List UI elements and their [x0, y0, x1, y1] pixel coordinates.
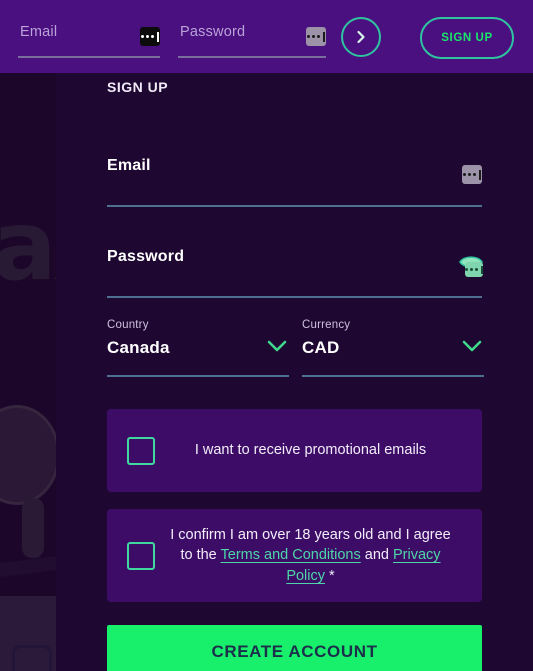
autofill-dots-icon[interactable] [465, 262, 483, 277]
promotional-emails-label: I want to receive promotional emails [194, 442, 427, 459]
password-field-label: Password [107, 248, 185, 265]
topbar-email-field[interactable]: Email [18, 18, 160, 58]
topbar-email-underline [18, 56, 160, 58]
country-select[interactable]: Country Canada [107, 319, 289, 377]
chevron-down-icon[interactable] [462, 339, 482, 357]
signup-button-label: SIGN UP [441, 32, 493, 44]
currency-select-underline [302, 375, 484, 377]
topbar-email-placeholder: Email [20, 24, 58, 40]
topbar-password-underline [178, 56, 326, 58]
currency-select-value: CAD [302, 338, 340, 357]
chevron-right-icon [355, 30, 367, 44]
email-field-underline [107, 205, 482, 207]
page-title: SIGN UP [107, 79, 169, 95]
country-select-caption: Country [107, 319, 149, 331]
promotional-emails-checkbox[interactable] [127, 436, 155, 465]
country-select-value: Canada [107, 338, 170, 357]
password-field-underline [107, 296, 482, 298]
password-visibility-toggle[interactable] [458, 254, 484, 277]
terms-confirmation-label: I confirm I am over 18 years old and I a… [155, 525, 462, 587]
background-oval-shape [0, 405, 60, 505]
currency-select[interactable]: Currency CAD [302, 319, 484, 377]
chevron-down-icon[interactable] [267, 339, 287, 357]
terms-confirmation-card[interactable]: I confirm I am over 18 years old and I a… [107, 509, 482, 602]
signup-button[interactable]: SIGN UP [420, 17, 514, 59]
background-streak-shape [0, 555, 61, 579]
background-figure-shape [22, 498, 44, 558]
submit-arrow-button[interactable] [341, 17, 381, 57]
terms-text-part-2: and [360, 547, 393, 564]
topbar-password-field[interactable]: Password [178, 18, 326, 58]
create-account-button[interactable]: CREATE ACCOUNT [107, 625, 482, 671]
autofill-dots-icon[interactable] [462, 165, 482, 184]
currency-select-caption: Currency [302, 319, 351, 331]
email-field-label: Email [107, 157, 151, 174]
signup-modal-panel: SIGN UP Email Password Country Canada Cu… [56, 73, 533, 671]
topbar-password-placeholder: Password [180, 24, 246, 40]
autofill-dots-icon[interactable] [306, 27, 326, 46]
email-field[interactable]: Email [107, 157, 482, 207]
terms-required-asterisk: * [325, 567, 335, 584]
promotional-emails-card[interactable]: I want to receive promotional emails [107, 409, 482, 492]
password-field[interactable]: Password [107, 248, 484, 298]
top-navigation-bar: Email Password SIGN UP [0, 0, 533, 73]
background-square-shape [12, 645, 52, 671]
terms-confirmation-checkbox[interactable] [127, 541, 155, 570]
autofill-dots-icon[interactable] [140, 27, 160, 46]
terms-and-conditions-link[interactable]: Terms and Conditions [221, 547, 361, 563]
create-account-button-label: CREATE ACCOUNT [211, 642, 378, 661]
country-select-underline [107, 375, 289, 377]
